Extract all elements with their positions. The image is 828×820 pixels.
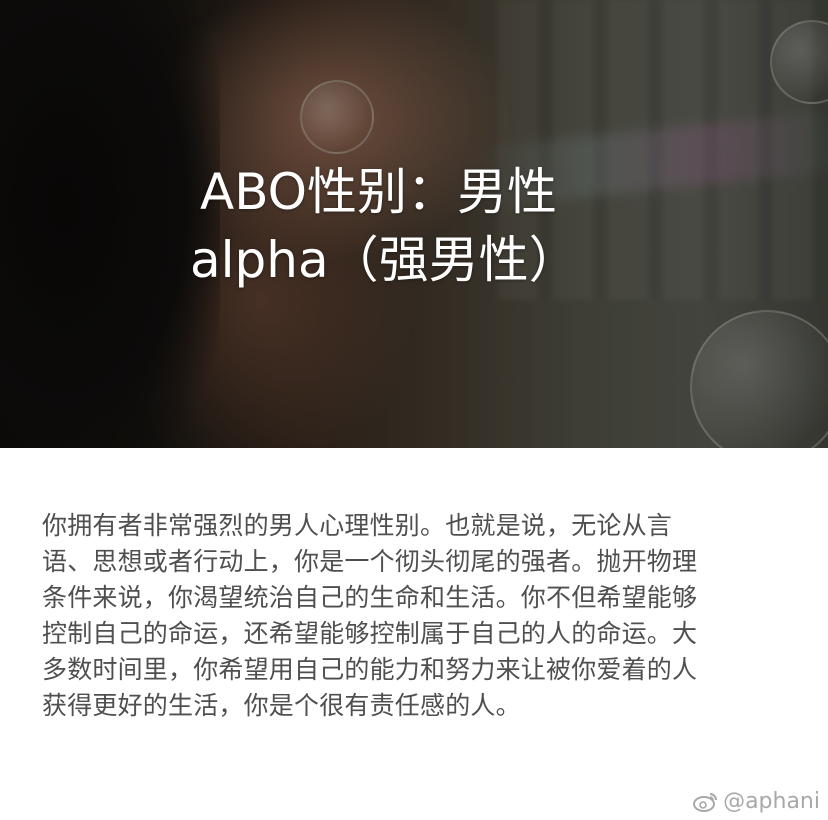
title-line-2: alpha（强男性） xyxy=(190,231,579,289)
photo-dim-overlay xyxy=(0,0,828,448)
description-line: 获得更好的生活，你是个很有责任感的人。 xyxy=(42,691,521,720)
title-line-1: ABO性别：男性 xyxy=(200,163,557,221)
description-text: 你拥有者非常强烈的男人心理性别。也就是说，无论从言 语、思想或者行动上，你是一个… xyxy=(42,508,792,724)
description-line: 语、思想或者行动上，你是一个彻头彻尾的强者。抛开物理 xyxy=(42,547,698,576)
weibo-logo-icon xyxy=(693,791,719,813)
description-line: 多数时间里，你希望用自己的能力和努力来让被你爱着的人 xyxy=(42,655,698,684)
watermark-handle: @aphani xyxy=(723,789,820,814)
watermark: @aphani xyxy=(693,789,820,814)
hero-photo: ABO性别：男性 alpha（强男性） xyxy=(0,0,828,448)
description-line: 你拥有者非常强烈的男人心理性别。也就是说，无论从言 xyxy=(42,511,673,540)
description-line: 条件来说，你渴望统治自己的生命和生活。你不但希望能够 xyxy=(42,583,698,612)
description-line: 控制自己的命运，还希望能够控制属于自己的人的命运。大 xyxy=(42,619,698,648)
page: ABO性别：男性 alpha（强男性） 你拥有者非常强烈的男人心理性别。也就是说… xyxy=(0,0,828,820)
